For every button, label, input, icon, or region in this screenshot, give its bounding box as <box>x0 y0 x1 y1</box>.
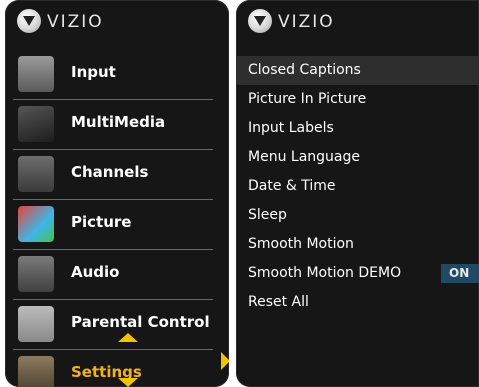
setting-label: Picture In Picture <box>248 91 367 107</box>
menu-item-settings[interactable]: Settings <box>13 350 213 387</box>
main-menu-list: Input MultiMedia Channels Picture Audio … <box>5 50 229 387</box>
picture-tv-icon <box>18 206 54 242</box>
setting-input-labels[interactable]: Input Labels <box>236 114 479 143</box>
antenna-icon <box>18 156 54 192</box>
menu-item-label: MultiMedia <box>71 113 166 131</box>
setting-value-badge: ON <box>441 264 479 283</box>
submenu-header: VIZIO <box>236 0 479 44</box>
menu-item-label: Channels <box>71 163 149 181</box>
speaker-icon <box>18 256 54 292</box>
settings-list: Closed Captions Picture In Picture Input… <box>236 56 479 317</box>
setting-closed-captions[interactable]: Closed Captions <box>236 56 479 85</box>
menu-item-picture[interactable]: Picture <box>13 200 213 250</box>
setting-label: Reset All <box>248 294 309 310</box>
menu-item-label: Picture <box>71 213 132 231</box>
setting-smooth-motion-demo[interactable]: Smooth Motion DEMO ON <box>236 259 479 288</box>
setting-label: Closed Captions <box>248 62 361 78</box>
setting-sleep[interactable]: Sleep <box>236 201 479 230</box>
vizio-logo-icon <box>248 9 272 33</box>
menu-header: VIZIO <box>5 0 229 44</box>
setting-label: Input Labels <box>248 120 334 136</box>
menu-item-label: Audio <box>71 263 120 281</box>
setting-menu-language[interactable]: Menu Language <box>236 143 479 172</box>
scroll-up-arrow-icon[interactable] <box>118 333 138 342</box>
brand-logo-text: VIZIO <box>278 12 335 32</box>
menu-item-multimedia[interactable]: MultiMedia <box>13 100 213 150</box>
input-icon <box>18 56 54 92</box>
menu-item-input[interactable]: Input <box>13 50 213 100</box>
setting-label: Sleep <box>248 207 287 223</box>
usb-stick-icon <box>18 106 54 142</box>
setting-date-time[interactable]: Date & Time <box>236 172 479 201</box>
setting-label: Smooth Motion <box>248 236 354 252</box>
setting-label: Smooth Motion DEMO <box>248 265 402 281</box>
setting-reset-all[interactable]: Reset All <box>236 288 479 317</box>
setting-label: Menu Language <box>248 149 360 165</box>
family-icon <box>18 306 54 342</box>
setting-smooth-motion[interactable]: Smooth Motion <box>236 230 479 259</box>
brand-logo-text: VIZIO <box>47 12 104 32</box>
scroll-down-arrow-icon[interactable] <box>118 378 138 387</box>
setting-picture-in-picture[interactable]: Picture In Picture <box>236 85 479 114</box>
vizio-logo-icon <box>17 9 41 33</box>
menu-item-audio[interactable]: Audio <box>13 250 213 300</box>
settings-submenu-panel: VIZIO Closed Captions Picture In Picture… <box>236 0 479 387</box>
menu-item-channels[interactable]: Channels <box>13 150 213 200</box>
settings-icon <box>18 356 54 387</box>
menu-item-label: Input <box>71 63 116 81</box>
main-menu-panel: VIZIO Input MultiMedia Channels Picture … <box>5 0 229 387</box>
setting-label: Date & Time <box>248 178 336 194</box>
menu-item-parental-control[interactable]: Parental Control <box>13 300 213 350</box>
menu-item-label: Parental Control <box>71 313 210 331</box>
enter-submenu-arrow-icon[interactable] <box>221 352 229 370</box>
